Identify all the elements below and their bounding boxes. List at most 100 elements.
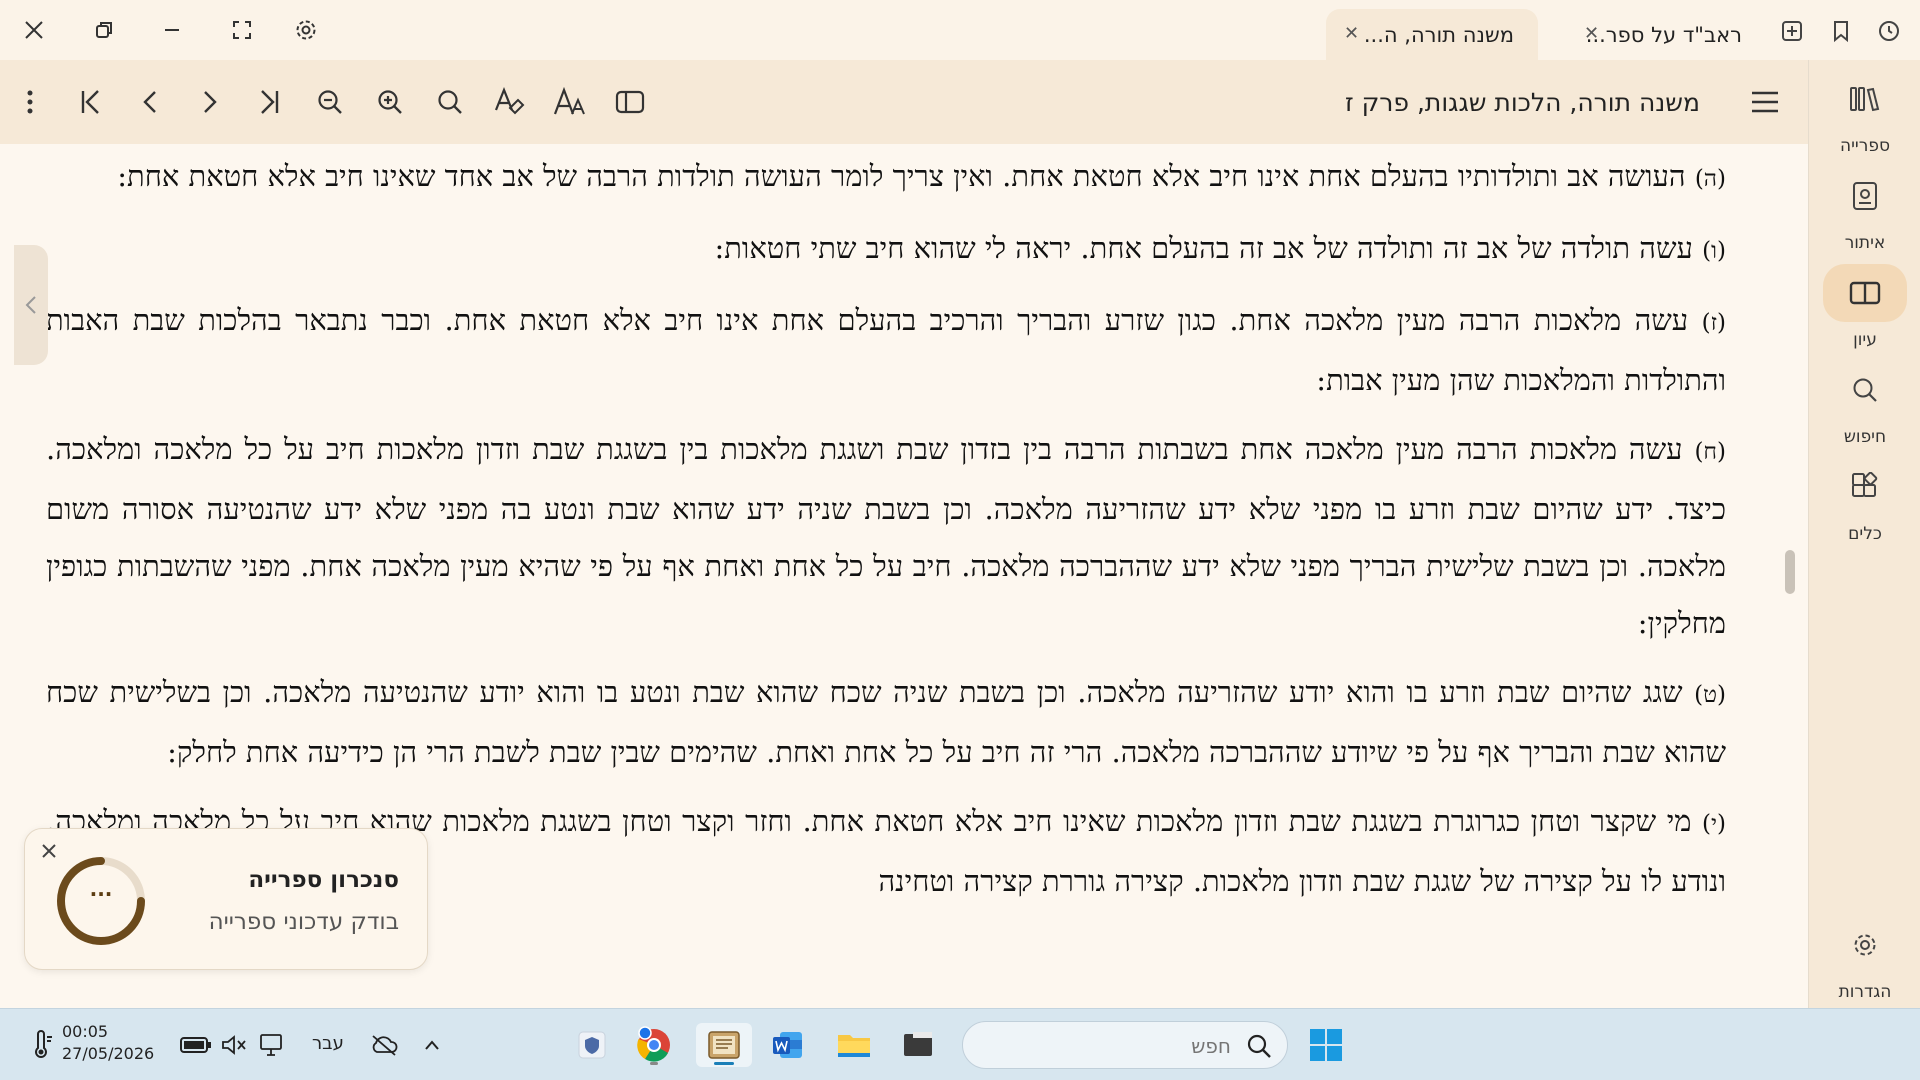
show-hidden-icons-button[interactable] (418, 1023, 446, 1067)
more-vertical-icon (27, 90, 33, 114)
zoom-out-button[interactable] (310, 82, 350, 122)
next-page-button[interactable] (190, 82, 230, 122)
rail-label: עיון (1853, 330, 1877, 350)
battery-status[interactable] (178, 1023, 214, 1067)
restore-window-button[interactable] (84, 10, 124, 50)
bookmark-icon (1834, 21, 1848, 43)
input-language[interactable]: עבר (312, 1033, 344, 1054)
tab-raavad[interactable]: ראב"ד על ספר... ✕ (1566, 9, 1766, 60)
nikud-toggle-button[interactable] (490, 82, 530, 122)
fullscreen-button[interactable] (222, 10, 262, 50)
taskbar-app-terminal[interactable] (896, 1023, 940, 1067)
active-app-indicator (714, 1062, 734, 1065)
weather-widget[interactable] (24, 1023, 60, 1067)
content-scrollbar[interactable] (1785, 550, 1795, 594)
clock-time: 00:05 (62, 1022, 109, 1041)
text-paragraph: (ו) עשה תולדה של אב זה ותולדה של אב זה ב… (46, 220, 1726, 280)
paragraph-number: (ח) (1694, 439, 1727, 465)
progress-spinner-icon (57, 857, 145, 945)
taskbar-app-otzaria[interactable] (696, 1023, 752, 1067)
rail-item-locate[interactable]: איתור (1809, 167, 1920, 253)
history-icon (1879, 21, 1899, 41)
tab-close-icon[interactable]: ✕ (1344, 23, 1359, 44)
rail-item-library[interactable]: ספרייה (1809, 70, 1920, 156)
tab-mishneh-torah[interactable]: משנה תורה, ה... ✕ (1326, 9, 1538, 60)
rail-item-settings[interactable]: הגדרות (1809, 916, 1920, 1002)
title-bar: משנה תורה, ה... ✕ ראב"ד על ספר... ✕ (0, 0, 1920, 60)
close-window-button[interactable] (14, 10, 54, 50)
rail-item-study[interactable]: עיון (1809, 264, 1920, 350)
paragraph-text: עשה מלאכות הרבה מעין מלאכה אחת בשבתות הר… (46, 432, 1726, 640)
search-icon (1853, 378, 1877, 402)
last-page-button[interactable] (250, 82, 290, 122)
reader-toolbar: משנה תורה, הלכות שגגות, פרק ז (0, 60, 1808, 144)
text-vowels-icon (494, 87, 525, 115)
rail-label: כלים (1848, 524, 1882, 544)
paragraph-text: עשה מלאכות הרבה מעין מלאכה אחת. כגון שזר… (46, 303, 1726, 397)
zoom-in-button[interactable] (370, 82, 410, 122)
more-options-button[interactable] (10, 82, 50, 122)
rail-icon-wrap (1823, 264, 1907, 322)
spinner-text: ... (89, 877, 113, 901)
folder-icon (838, 1035, 870, 1057)
network-status[interactable] (254, 1023, 288, 1067)
rail-icon-wrap (1823, 916, 1907, 974)
volume-status[interactable] (218, 1023, 250, 1067)
rail-item-search[interactable]: חיפוש (1809, 361, 1920, 447)
first-page-icon (81, 90, 99, 114)
taskbar-search[interactable] (962, 1021, 1288, 1069)
text-paragraph: (ח) עשה מלאכות הרבה מעין מלאכה אחת בשבתו… (46, 421, 1726, 652)
paragraph-text: עשה תולדה של אב זה ותולדה של אב זה בהעלם… (714, 231, 1693, 265)
toggle-split-view-button[interactable] (610, 82, 650, 122)
toast-title: סנכרון ספרייה (248, 867, 399, 893)
taskbar-app-chrome[interactable] (630, 1023, 678, 1067)
tools-icon (1852, 472, 1878, 497)
restore-icon (96, 22, 112, 38)
text-paragraph: (ז) עשה מלאכות הרבה מעין מלאכה אחת. כגון… (46, 292, 1726, 409)
rail-label: איתור (1844, 233, 1886, 253)
minimize-icon (165, 29, 179, 31)
system-clock[interactable]: 00:05 27/05/2026 (62, 1021, 154, 1065)
volume-muted-icon (222, 1035, 246, 1055)
paragraph-number: (ו) (1702, 238, 1726, 264)
find-in-text-button[interactable] (430, 82, 470, 122)
rail-label: ספרייה (1840, 136, 1890, 156)
taskbar-app-file-explorer[interactable] (830, 1023, 878, 1067)
history-button[interactable] (1872, 14, 1906, 48)
table-of-contents-button[interactable] (1745, 82, 1785, 122)
search-icon (438, 90, 462, 114)
first-page-button[interactable] (70, 82, 110, 122)
previous-page-button[interactable] (130, 82, 170, 122)
new-tab-button[interactable] (1775, 14, 1809, 48)
font-size-button[interactable] (550, 82, 590, 122)
tab-close-icon[interactable]: ✕ (1584, 23, 1599, 44)
scroll-book-icon (708, 1031, 740, 1059)
bookmarks-button[interactable] (1824, 14, 1858, 48)
gear-icon (296, 20, 316, 40)
rail-icon-wrap (1823, 458, 1907, 516)
zoom-out-icon (318, 90, 342, 114)
search-input[interactable] (1011, 1032, 1231, 1060)
chevron-left-icon (143, 91, 156, 113)
taskbar-app-word[interactable] (764, 1023, 812, 1067)
text-paragraph: (ט) שגג שהיום שבת וזרע בו והוא יודע שהזר… (46, 664, 1726, 781)
fullscreen-icon (233, 21, 251, 39)
shield-app-icon (578, 1031, 606, 1059)
tab-label: ראב"ד על ספר... (1585, 22, 1742, 47)
zoom-in-icon (378, 90, 402, 114)
paragraph-text: שגג שהיום שבת וזרע בו והוא יודע שהזריעה … (46, 675, 1726, 769)
cloud-status[interactable] (366, 1023, 402, 1067)
battery-icon (180, 1037, 211, 1053)
start-button[interactable] (1304, 1023, 1348, 1067)
open-commentary-handle[interactable] (14, 245, 48, 365)
menu-icon (1752, 91, 1778, 113)
rail-icon-wrap (1823, 167, 1907, 225)
minimize-window-button[interactable] (152, 10, 192, 50)
chevron-right-icon (204, 91, 217, 113)
taskbar-app-security[interactable] (570, 1023, 614, 1067)
search-icon (1247, 1034, 1271, 1058)
gear-icon (1854, 934, 1876, 956)
rail-item-tools[interactable]: כלים (1809, 458, 1920, 544)
settings-button[interactable] (286, 10, 326, 50)
paragraph-text: העושה אב ותולדותיו בהעלם אחת אינו חיב אל… (117, 159, 1686, 193)
